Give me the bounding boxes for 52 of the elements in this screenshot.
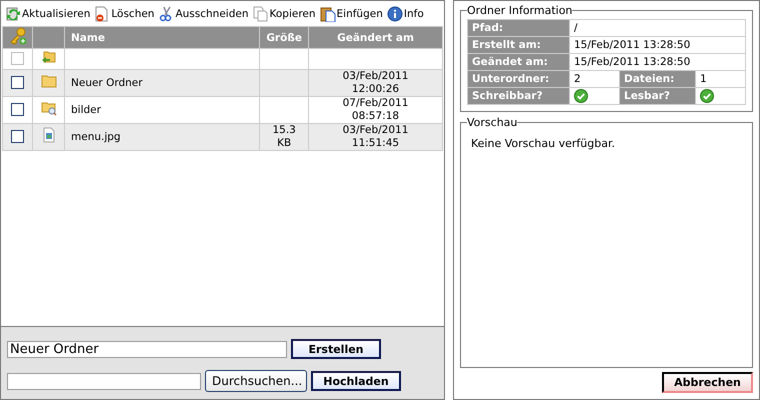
check-icon [574,89,588,103]
file-size: 15.3 KB [272,124,296,149]
section-title: Ordner Information [467,4,572,17]
info-value: / [574,22,578,34]
section-title: Vorschau [467,116,518,129]
image-file-icon [40,127,56,143]
create-button[interactable]: Erstellen [291,339,381,359]
modified-date: 07/Feb/2011 08:57:18 [342,97,408,122]
column-header: Größe [260,26,308,48]
copy-icon [252,6,268,22]
info-icon [386,6,403,22]
info-value: 15/Feb/2011 13:28:50 [574,39,690,51]
checkbox[interactable] [11,76,24,90]
folder-name-field[interactable]: Neuer Ordner [7,340,287,358]
key-add-icon [8,27,28,45]
file-name[interactable]: bilder [71,104,101,116]
info-label: Schreibbar? [468,88,570,104]
column-header: Name [64,26,260,48]
column-header: Geändert am [308,26,442,48]
info-label: Dateien: [620,70,696,88]
info-value: 15/Feb/2011 13:28:50 [574,56,690,68]
info-value: 1 [700,73,707,85]
info-label: Erstellt am: [468,36,570,54]
toolbar-button[interactable]: Löschen [94,6,154,22]
file-name[interactable]: Neuer Ordner [71,76,143,88]
refresh-icon [5,6,21,22]
toolbar-button[interactable]: Info [386,6,424,22]
info-label: Geändet am: [468,54,570,70]
cancel-button[interactable]: Abbrechen [662,372,753,393]
checkbox[interactable] [11,130,24,144]
file-name[interactable]: menu.jpg [71,130,121,142]
toolbar-button[interactable]: Einfügen [320,6,383,22]
preview-message: Keine Vorschau verfügbar. [470,136,616,152]
modified-date: 03/Feb/2011 12:00:26 [342,70,408,95]
check-icon [700,89,714,103]
info-label: Unterordner: [468,70,570,88]
info-value: 2 [574,73,581,85]
paste-icon [320,6,336,22]
folder-up-icon [40,49,56,65]
delete-file-icon [94,6,110,22]
info-label: Lesbar? [620,88,696,104]
info-label: Pfad: [468,20,570,36]
checkbox[interactable] [11,103,24,116]
folder-icon [40,73,56,89]
folder-search-icon [40,100,56,116]
file-path-field[interactable] [7,372,201,390]
upload-button[interactable]: Hochladen [311,371,401,391]
toolbar-button[interactable]: Aktualisieren [5,6,90,22]
toolbar-button[interactable]: Kopieren [252,6,316,22]
browse-button[interactable]: Durchsuchen... [205,370,307,392]
toolbar-button[interactable]: Ausschneiden [158,6,248,22]
modified-date: 03/Feb/2011 11:51:45 [342,124,408,149]
